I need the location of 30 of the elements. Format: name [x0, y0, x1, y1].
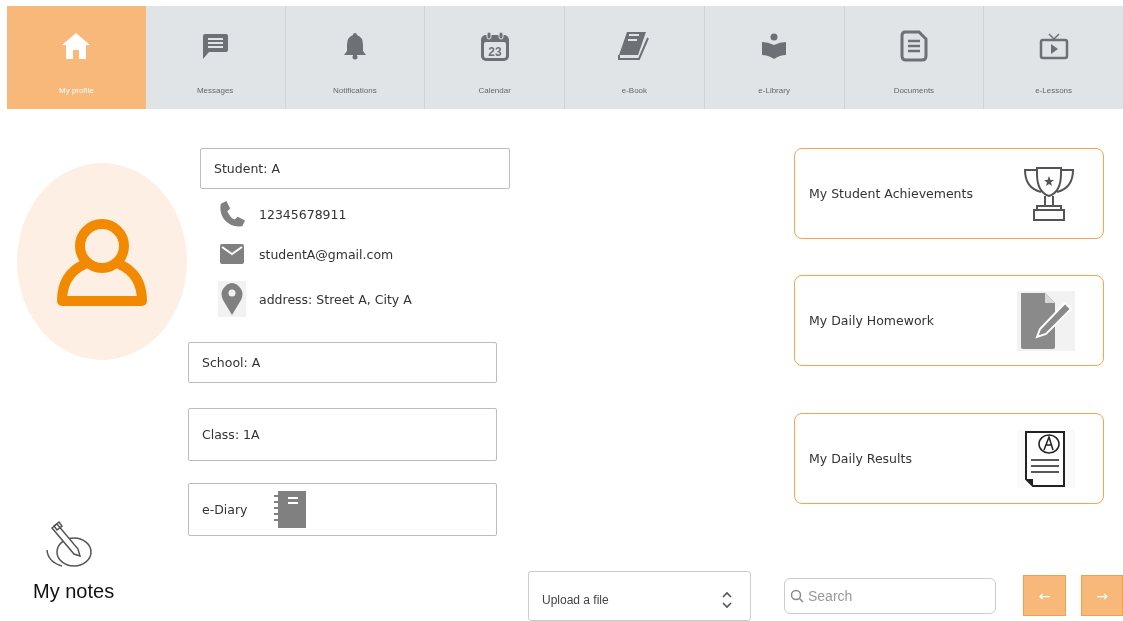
diary-field[interactable]: e-Diary	[188, 483, 497, 536]
user-icon	[57, 217, 147, 306]
reader-icon	[761, 33, 788, 59]
upload-select[interactable]: Upload a file	[528, 571, 751, 621]
info-field[interactable]: School: A	[188, 342, 497, 383]
notebook-icon	[273, 491, 306, 528]
location-pin-icon	[218, 281, 246, 317]
pencil-icon[interactable]	[44, 520, 94, 570]
book-icon	[618, 31, 651, 61]
phone-icon	[218, 199, 246, 229]
menu-card[interactable]: My Student Achievements	[794, 148, 1104, 239]
contact-text: address: Street A, City A	[259, 291, 412, 307]
chevron-updown-icon	[722, 591, 732, 609]
contact-text: studentA@gmail.com	[259, 246, 394, 262]
notes-label[interactable]: My notes	[33, 580, 115, 603]
email-icon	[220, 244, 244, 264]
search-field[interactable]: Search	[784, 578, 996, 614]
menu-card[interactable]: My Daily Homework	[794, 275, 1104, 366]
trophy-icon	[1023, 165, 1075, 222]
search-icon	[790, 589, 804, 603]
student-field[interactable]: Student: A	[200, 148, 510, 189]
menu-card[interactable]: My Daily Results	[794, 413, 1104, 504]
document-icon	[899, 30, 928, 62]
contact-text: 12345678911	[259, 206, 347, 222]
bell-icon	[342, 32, 367, 60]
info-field[interactable]: Class: 1A	[188, 408, 497, 461]
message-icon	[201, 32, 229, 60]
tv-icon	[1038, 32, 1069, 60]
home-icon	[61, 32, 92, 60]
homework-icon	[1017, 290, 1075, 351]
